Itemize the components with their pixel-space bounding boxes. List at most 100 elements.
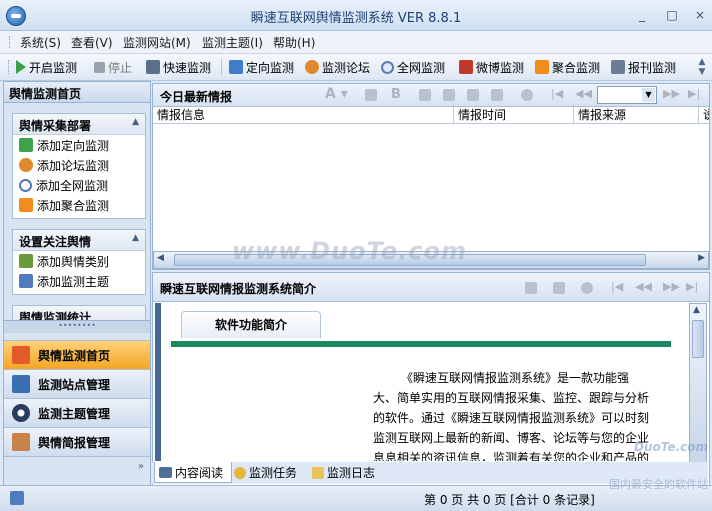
toolbar-label: 微博监测	[476, 60, 525, 75]
first-page-icon[interactable]: |◀	[611, 280, 623, 293]
column-header-source[interactable]: 情报来源	[574, 107, 699, 124]
chevron-down-icon[interactable]: ▼	[642, 88, 655, 102]
column-header-info[interactable]: 情报信息	[153, 107, 454, 124]
window-title: 瞬速互联网舆情监测系统 VER 8.8.1	[250, 11, 462, 26]
add-category-link[interactable]: 添加舆情类别	[13, 251, 145, 271]
nav-sites[interactable]: 监测站点管理	[4, 369, 150, 398]
panel-splitter[interactable]: ••••••••	[4, 320, 150, 333]
forum-monitor-button[interactable]: 监测论坛	[305, 58, 370, 76]
maximize-button[interactable]: □	[664, 7, 680, 23]
paste-icon[interactable]	[467, 89, 479, 101]
prev-page-icon[interactable]: ◀◀	[575, 87, 592, 100]
vertical-scrollbar[interactable]: ▲	[689, 303, 707, 463]
collapse-icon[interactable]: ▲	[132, 117, 139, 127]
group-title[interactable]: 设置关注舆情 ▲	[13, 230, 145, 251]
scroll-left-icon[interactable]: ◀	[157, 253, 164, 263]
scroll-thumb[interactable]	[692, 320, 704, 358]
nav-topics[interactable]: 监测主题管理	[4, 398, 150, 427]
minimize-button[interactable]: _	[634, 7, 650, 23]
search-icon	[381, 60, 394, 74]
start-monitor-button[interactable]: 开启监测	[16, 58, 77, 76]
intro-panel-title: 瞬速互联网情报监测系统简介	[160, 282, 317, 296]
group-title[interactable]: 舆情监测统计	[13, 306, 145, 320]
quick-monitor-button[interactable]: 快速监测	[146, 58, 211, 76]
first-page-icon[interactable]: |◀	[551, 87, 563, 100]
toolbar: 开启监测 停止 快速监测 定向监测 监测论坛 全网监测 微博监测 聚合监测 报刊…	[0, 54, 712, 81]
play-icon	[16, 60, 26, 74]
weibo-monitor-button[interactable]: 微博监测	[459, 58, 524, 76]
close-button[interactable]: ×	[692, 7, 708, 23]
stop-round-icon[interactable]	[521, 89, 533, 101]
tab-label: 内容阅读	[175, 465, 224, 480]
group-statistics: 舆情监测统计	[12, 305, 146, 321]
group-title[interactable]: 舆情采集部署 ▲	[13, 114, 145, 135]
prev-page-icon[interactable]: ◀◀	[635, 280, 652, 293]
last-page-icon[interactable]: ▶|	[686, 280, 698, 293]
intro-tab[interactable]: 软件功能简介	[181, 311, 321, 338]
intro-line: 息息相关的资讯信息，监测着有关您的企业和产品的	[373, 451, 650, 461]
font-icon[interactable]: A ▾	[325, 86, 348, 102]
menu-topics[interactable]: 监测主题(I)	[202, 34, 263, 51]
next-page-icon[interactable]: ▶▶	[663, 280, 680, 293]
toolbar-label: 停止	[108, 60, 133, 75]
stop-round-icon[interactable]	[581, 282, 593, 294]
left-panel-header: 舆情监测首页	[4, 82, 150, 103]
toolbar-label: 快速监测	[163, 60, 212, 75]
refresh-icon[interactable]	[553, 282, 565, 294]
page-select[interactable]: ▼	[597, 86, 657, 104]
scroll-right-icon[interactable]: ▶	[698, 253, 705, 263]
brief-icon	[12, 433, 30, 451]
menu-help[interactable]: 帮助(H)	[273, 34, 315, 51]
add-web-monitor-link[interactable]: 添加全网监测	[13, 175, 145, 195]
aggregate-monitor-button[interactable]: 聚合监测	[535, 58, 600, 76]
add-search-icon	[19, 178, 32, 192]
network-icon	[10, 491, 24, 505]
nav-briefs[interactable]: 舆情简报管理	[4, 427, 150, 456]
nav-label: 舆情简报管理	[38, 435, 111, 450]
column-header-extra[interactable]: 说	[699, 107, 709, 124]
newspaper-monitor-button[interactable]: 报刊监测	[611, 58, 676, 76]
highlight-icon[interactable]	[365, 89, 377, 101]
menu-view[interactable]: 查看(V)	[71, 34, 113, 51]
link-label: 添加聚合监测	[37, 198, 110, 213]
link-label: 添加监测主题	[37, 274, 110, 289]
left-panel: 舆情监测首页 舆情采集部署 ▲ 添加定向监测 添加论坛监测 添加全网监测 添加聚…	[3, 81, 151, 487]
toolbar-label: 全网监测	[397, 60, 446, 75]
title-bar: 瞬速互联网舆情监测系统 VER 8.8.1 _ □ ×	[0, 0, 712, 31]
tab-label: 监测日志	[327, 466, 376, 480]
weibo-icon	[459, 60, 473, 74]
save-icon[interactable]	[491, 89, 503, 101]
tab-monitor-tasks[interactable]: 监测任务	[234, 464, 297, 481]
add-topic-link[interactable]: 添加监测主题	[13, 271, 145, 291]
nav-home[interactable]: 舆情监测首页	[4, 340, 150, 369]
menu-sites[interactable]: 监测网站(M)	[123, 34, 191, 51]
stop-button[interactable]: 停止	[94, 58, 132, 76]
directed-monitor-button[interactable]: 定向监测	[229, 58, 294, 76]
nav-label: 监测站点管理	[38, 377, 111, 392]
printer-icon	[146, 60, 160, 74]
next-page-icon[interactable]: ▶▶	[663, 87, 680, 100]
menu-bar: 系统(S) 查看(V) 监测网站(M) 监测主题(I) 帮助(H)	[0, 31, 712, 54]
bold-icon[interactable]: B	[391, 87, 401, 102]
column-header-time[interactable]: 情报时间	[454, 107, 574, 124]
add-directed-monitor-link[interactable]: 添加定向监测	[13, 135, 145, 155]
tab-monitor-log[interactable]: 监测日志	[312, 464, 375, 481]
add-forum-monitor-link[interactable]: 添加论坛监测	[13, 155, 145, 175]
edit-icon[interactable]	[525, 282, 537, 294]
intro-panel-header: 瞬速互联网情报监测系统简介 |◀ ◀◀ ▶▶ ▶|	[153, 273, 709, 302]
add-aggregate-monitor-link[interactable]: 添加聚合监测	[13, 195, 145, 215]
copy-icon[interactable]	[443, 89, 455, 101]
scroll-up-icon[interactable]: ▲	[693, 305, 700, 315]
web-monitor-button[interactable]: 全网监测	[381, 58, 445, 76]
intro-line: 监测互联网上最新的新闻、博客、论坛等与您的企业	[373, 431, 650, 445]
expand-chevron-icon[interactable]: »	[138, 461, 144, 472]
toolbar-scroll-icon[interactable]: ▲ ▼	[696, 57, 708, 77]
collapse-icon[interactable]: ▲	[132, 233, 139, 243]
link-label: 添加舆情类别	[37, 254, 110, 269]
edit-icon[interactable]	[419, 89, 431, 101]
last-page-icon[interactable]: ▶|	[688, 87, 700, 100]
menu-system[interactable]: 系统(S)	[20, 34, 61, 51]
category-icon	[19, 254, 33, 268]
add-target-icon	[19, 138, 33, 152]
tab-content-read[interactable]: 内容阅读	[154, 462, 232, 483]
